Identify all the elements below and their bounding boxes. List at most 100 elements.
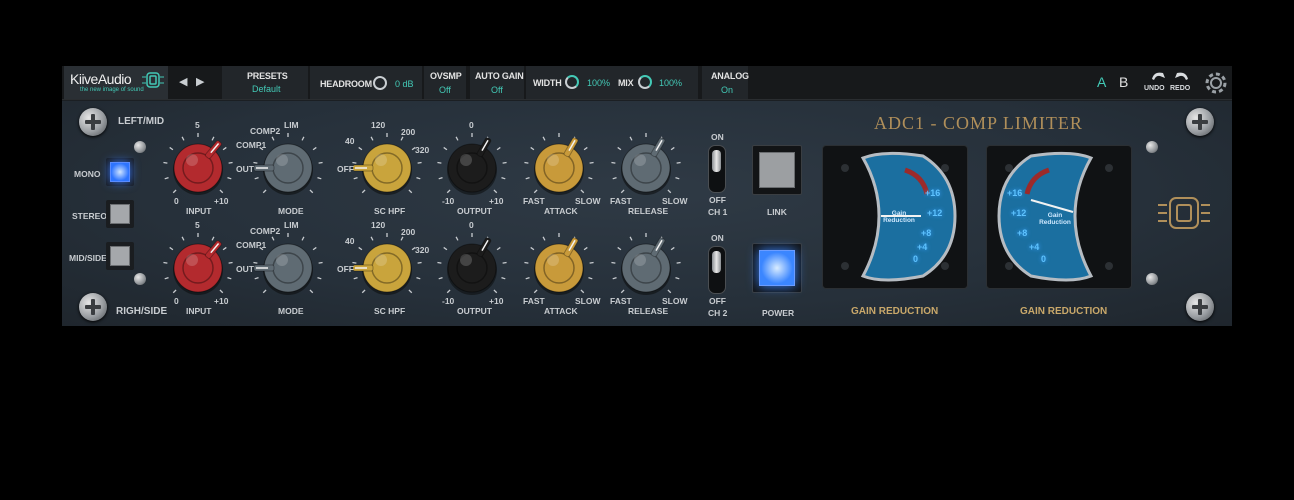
release-fast-tick: FAST — [610, 196, 632, 206]
headroom-label: HEADROOM — [320, 79, 372, 89]
meter-tick-label: +8 — [1017, 228, 1028, 238]
settings-gear-icon[interactable] — [1202, 69, 1230, 97]
ch1-on-label: ON — [711, 132, 724, 142]
schpf-label: SC HPF — [374, 306, 406, 316]
power-label: POWER — [762, 308, 795, 318]
input-min-tick: 0 — [174, 296, 179, 306]
top-toolbar: KiiveAudio the new image of sound ◀ ▶ PR… — [62, 66, 1232, 100]
ch1-bypass-switch[interactable] — [708, 145, 726, 193]
attack-fast-tick: FAST — [523, 296, 545, 306]
mode-label: MODE — [278, 306, 304, 316]
meter-caption: Gain Reduction — [883, 210, 915, 224]
mode-out-tick: OUT — [236, 164, 254, 174]
mono-label: MONO — [74, 169, 101, 179]
input-max-tick: +10 — [214, 296, 229, 306]
mono-button[interactable] — [106, 158, 134, 186]
mode-lim-tick: LIM — [284, 220, 299, 230]
power-button[interactable] — [752, 243, 802, 293]
analog-value: On — [721, 85, 734, 95]
meter-tick-label: +4 — [917, 242, 928, 252]
meter-tick-label: +16 — [925, 188, 941, 198]
schpf-320-tick: 320 — [415, 145, 430, 155]
analog-control[interactable]: ANALOG On — [702, 66, 749, 99]
output-min-tick: -10 — [442, 196, 455, 206]
headroom-value: 0 dB — [395, 79, 414, 89]
mix-value: 100% — [659, 78, 683, 88]
ab-b-button[interactable]: B — [1119, 74, 1128, 90]
input-top-tick: 5 — [195, 120, 200, 130]
undo-button[interactable]: UNDO — [1144, 69, 1170, 97]
redo-label: REDO — [1170, 85, 1191, 92]
stereo-label: STEREO — [72, 211, 107, 221]
auto-gain-label: AUTO GAIN — [475, 71, 524, 81]
release-fast-tick: FAST — [610, 296, 632, 306]
analog-label: ANALOG — [711, 71, 749, 81]
brand-name: KiiveAudio — [70, 71, 132, 87]
panel-nut-icon — [134, 273, 146, 285]
brand-logo[interactable]: KiiveAudio the new image of sound — [64, 66, 168, 99]
width-mix-control[interactable]: WIDTH 100% MIX 100% — [526, 66, 698, 99]
meter-tick-label: 0 — [913, 254, 919, 264]
schpf-knob-ch2[interactable] — [347, 228, 427, 308]
input-max-tick: +10 — [214, 196, 229, 206]
prev-preset-icon[interactable]: ◀ — [179, 75, 187, 88]
output-label: OUTPUT — [457, 306, 492, 316]
width-knob-icon[interactable] — [565, 75, 579, 89]
ovsmp-value: Off — [439, 85, 451, 95]
schpf-120-tick: 120 — [371, 220, 386, 230]
panel-nut-icon — [1146, 273, 1158, 285]
mode-label: MODE — [278, 206, 304, 216]
meter-tick-label: +4 — [1029, 242, 1040, 252]
meter-tick-label: +12 — [1011, 208, 1027, 218]
attack-label: ATTACK — [544, 306, 578, 316]
schpf-off-tick: OFF — [337, 164, 354, 174]
brand-tagline: the new image of sound — [80, 87, 144, 93]
plugin-title: ADC1 - COMP LIMITER — [874, 113, 1083, 133]
schpf-320-tick: 320 — [415, 245, 430, 255]
output-label: OUTPUT — [457, 206, 492, 216]
redo-icon — [1175, 72, 1188, 80]
rack-screw-icon — [1186, 293, 1214, 321]
schpf-120-tick: 120 — [371, 120, 386, 130]
headroom-knob-icon[interactable] — [373, 76, 387, 90]
stereo-button[interactable] — [106, 200, 134, 228]
mix-label: MIX — [618, 78, 634, 88]
gain-reduction-meter-2: +16 +12 +8 +4 0 Gain Reduction — [986, 145, 1132, 289]
input-min-tick: 0 — [174, 196, 179, 206]
mid-side-label: MID/SIDE — [69, 253, 107, 263]
panel-nut-icon — [134, 141, 146, 153]
width-label: WIDTH — [533, 78, 562, 88]
input-label: INPUT — [186, 306, 212, 316]
undo-label: UNDO — [1144, 85, 1165, 92]
rack-panel: LEFT/MID RIGH/SIDE ADC1 - COMP LIMITER M… — [62, 101, 1232, 326]
ch2-off-label: OFF — [709, 296, 726, 306]
ch2-bypass-switch[interactable] — [708, 246, 726, 294]
mid-side-button[interactable] — [106, 242, 134, 270]
redo-button[interactable]: REDO — [1170, 69, 1196, 97]
output-top-tick: 0 — [469, 220, 474, 230]
undo-icon — [1152, 72, 1165, 80]
kiive-panel-logo-icon — [1158, 197, 1210, 229]
mix-knob-icon[interactable] — [638, 75, 652, 89]
schpf-label: SC HPF — [374, 206, 406, 216]
release-slow-tick: SLOW — [662, 196, 688, 206]
attack-slow-tick: SLOW — [575, 196, 601, 206]
mode-comp1-tick: COMP1 — [236, 140, 267, 150]
mode-comp2-tick: COMP2 — [250, 126, 281, 136]
ovsmp-control[interactable]: OVSMP Off — [424, 66, 466, 99]
link-button[interactable] — [752, 145, 802, 195]
mode-comp1-tick: COMP1 — [236, 240, 267, 250]
ovsmp-label: OVSMP — [430, 71, 462, 81]
attack-slow-tick: SLOW — [575, 296, 601, 306]
presets-selector[interactable]: PRESETS Default — [222, 66, 308, 99]
next-preset-icon[interactable]: ▶ — [196, 75, 204, 88]
meter-caption: Gain Reduction — [1039, 212, 1071, 226]
mode-out-tick: OUT — [236, 264, 254, 274]
auto-gain-control[interactable]: AUTO GAIN Off — [470, 66, 524, 99]
panel-nut-icon — [1146, 141, 1158, 153]
headroom-control[interactable]: HEADROOM 0 dB — [310, 66, 422, 99]
ab-a-button[interactable]: A — [1097, 74, 1106, 90]
schpf-knob-ch1[interactable] — [347, 128, 427, 208]
mode-lim-tick: LIM — [284, 120, 299, 130]
output-max-tick: +10 — [489, 196, 504, 206]
